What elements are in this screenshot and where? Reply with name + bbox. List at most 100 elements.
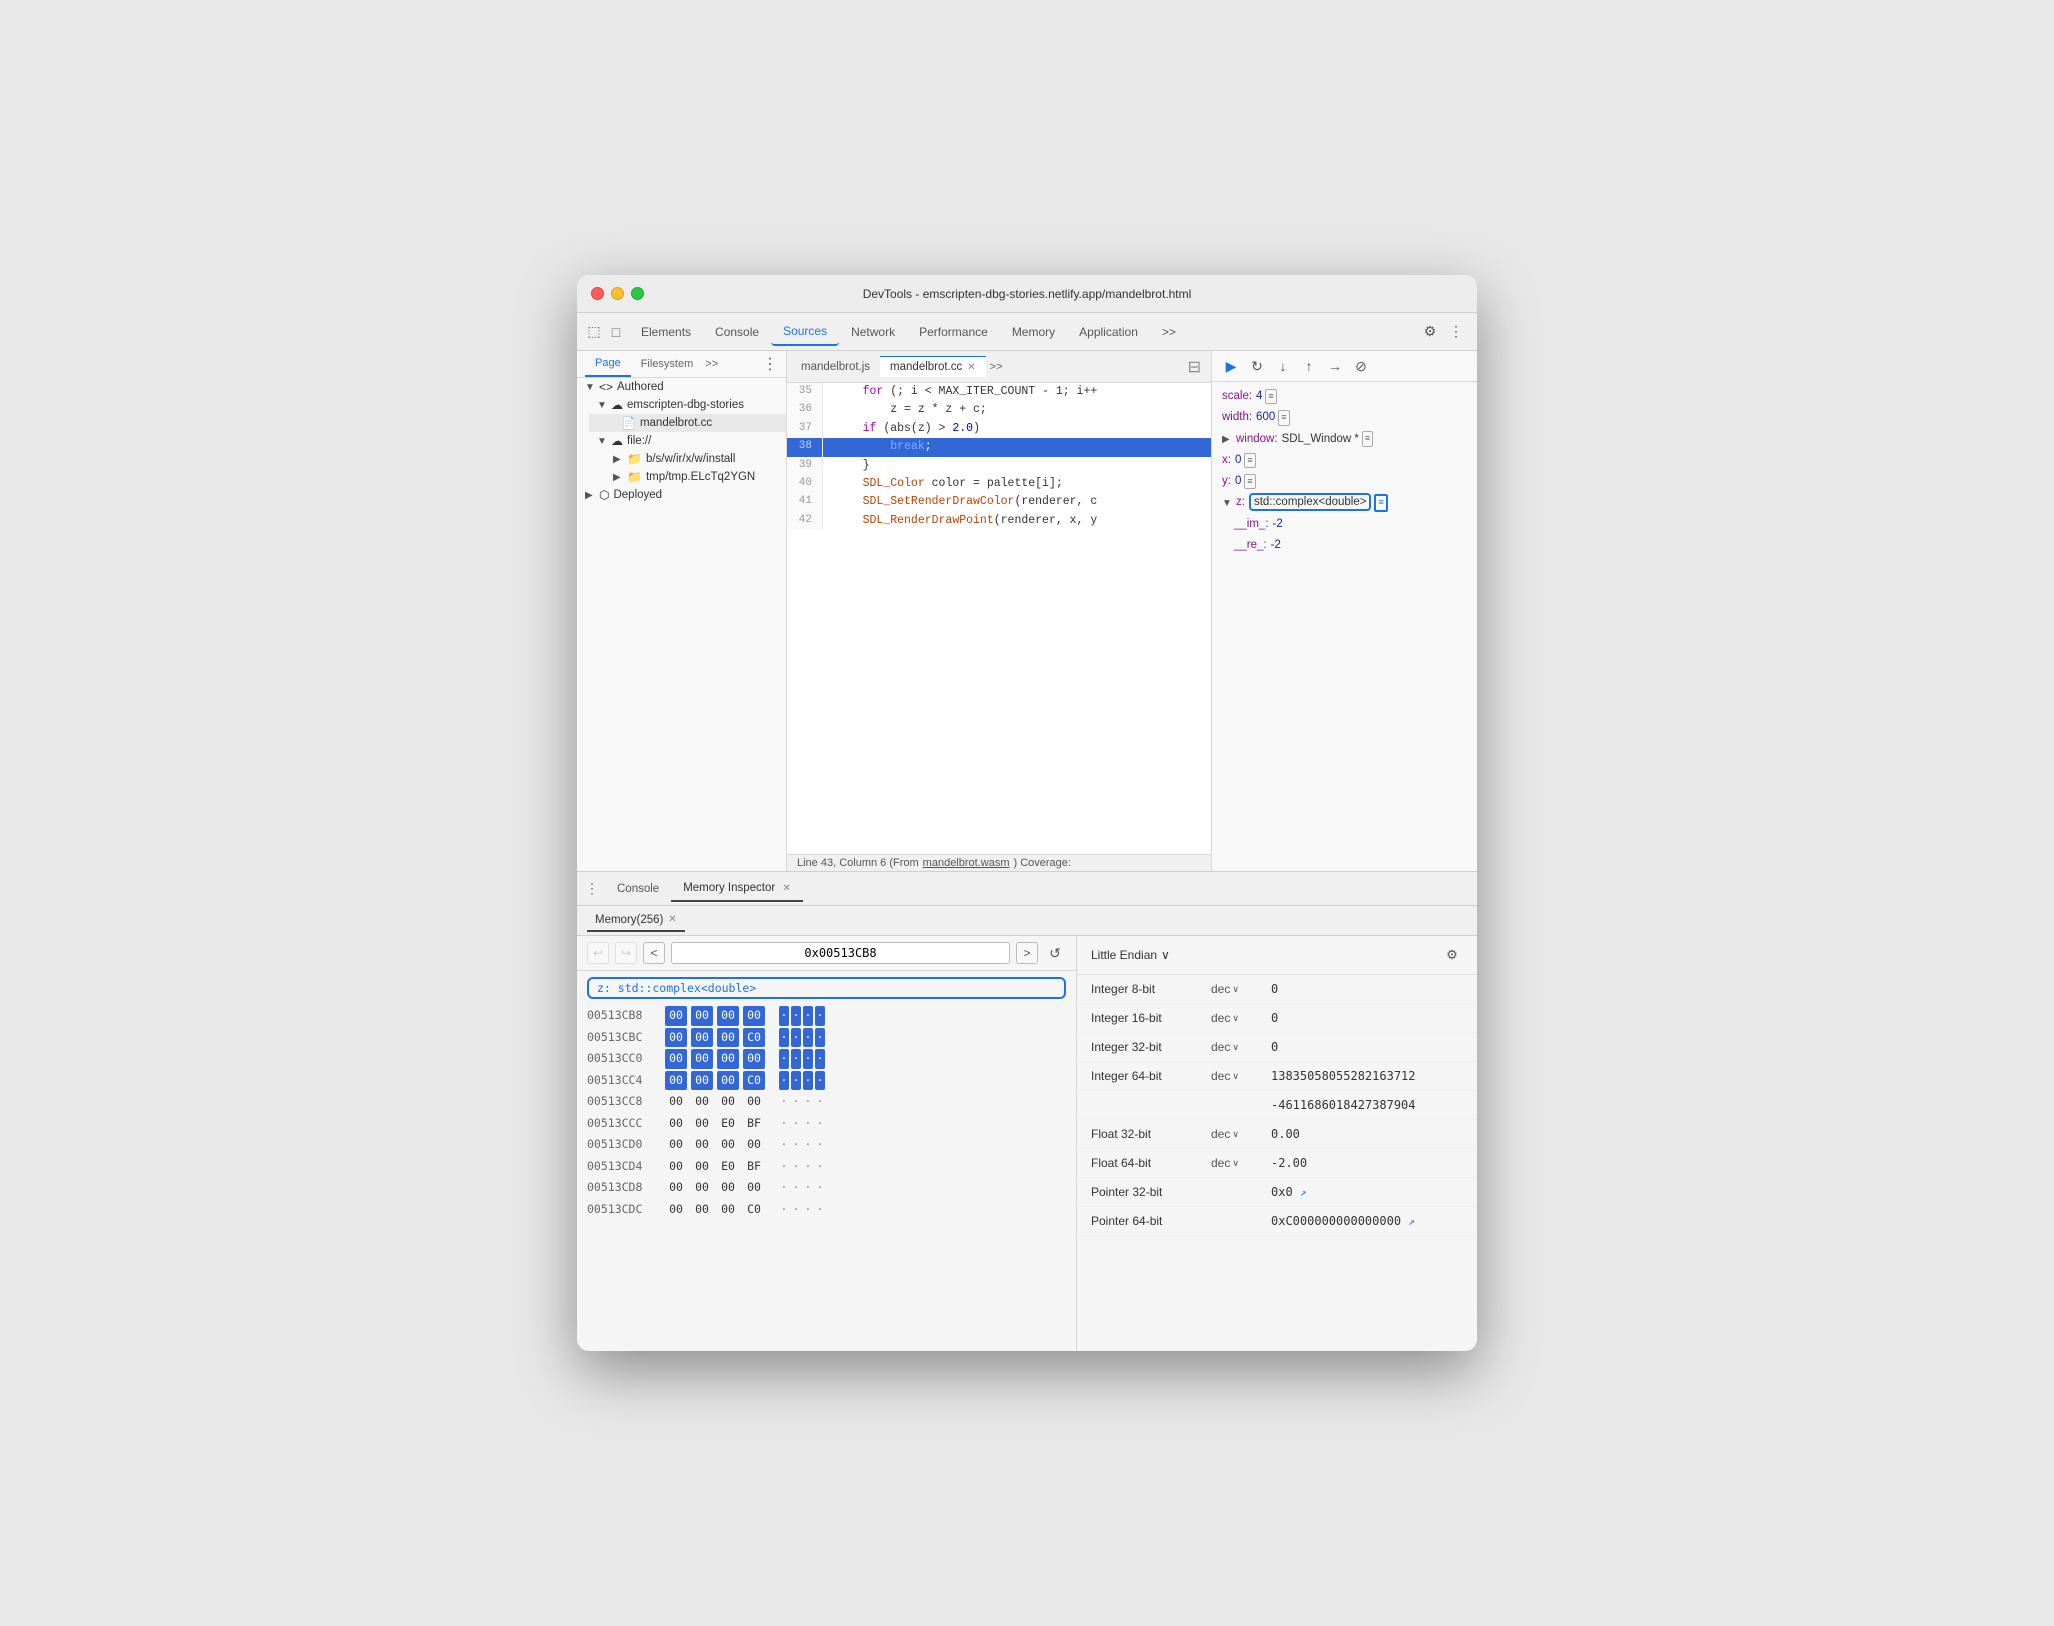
- hex-byte[interactable]: 00: [691, 1028, 713, 1048]
- hex-byte[interactable]: 00: [665, 1006, 687, 1026]
- nav-back-button[interactable]: ↩: [587, 942, 609, 964]
- hex-byte[interactable]: 00: [743, 1135, 765, 1155]
- bottom-dots-icon[interactable]: ⋮: [585, 880, 599, 897]
- minimize-button[interactable]: [611, 287, 624, 300]
- tree-tmp[interactable]: ▶ 📁 tmp/tmp.ELcTq2YGN: [577, 468, 786, 486]
- address-input[interactable]: [671, 942, 1010, 964]
- memory-subtab-close[interactable]: ✕: [668, 914, 676, 925]
- hex-byte[interactable]: 00: [717, 1028, 739, 1048]
- hex-byte[interactable]: 00: [665, 1178, 687, 1198]
- hex-byte[interactable]: 00: [717, 1092, 739, 1112]
- hex-byte[interactable]: 00: [691, 1092, 713, 1112]
- scope-z-format-icon[interactable]: ≡: [1374, 494, 1387, 512]
- tab-page[interactable]: Page: [585, 351, 631, 377]
- hex-byte[interactable]: BF: [743, 1157, 765, 1177]
- hex-byte[interactable]: 00: [743, 1092, 765, 1112]
- hex-byte[interactable]: 00: [717, 1178, 739, 1198]
- tree-mandelbrot-cc[interactable]: 📄 mandelbrot.cc: [589, 414, 786, 432]
- tree-authored[interactable]: ▼ <> Authored: [577, 378, 786, 396]
- file-tab-mandelbrot-js[interactable]: mandelbrot.js: [791, 357, 880, 377]
- hex-byte[interactable]: 00: [743, 1006, 765, 1026]
- type-format-selector[interactable]: dec ∨: [1211, 1127, 1271, 1141]
- hex-byte[interactable]: 00: [691, 1157, 713, 1177]
- nav-next-button[interactable]: >: [1016, 942, 1038, 964]
- type-format-selector[interactable]: dec ∨: [1211, 1040, 1271, 1054]
- endian-selector[interactable]: Little Endian ∨: [1091, 948, 1170, 962]
- tab-filesystem[interactable]: Filesystem: [631, 352, 704, 376]
- tab-application[interactable]: Application: [1067, 319, 1150, 345]
- hex-byte[interactable]: 00: [743, 1178, 765, 1198]
- maximize-button[interactable]: [631, 287, 644, 300]
- hex-byte[interactable]: 00: [717, 1200, 739, 1220]
- hex-byte[interactable]: 00: [691, 1114, 713, 1134]
- tab-memory-inspector[interactable]: Memory Inspector ✕: [671, 876, 803, 902]
- tree-deployed[interactable]: ▶ ⬡ Deployed: [577, 486, 786, 504]
- tab-memory[interactable]: Memory: [1000, 319, 1067, 345]
- tab-memory-inspector-close[interactable]: ✕: [782, 883, 790, 894]
- split-editor-icon[interactable]: ⊟: [1182, 357, 1207, 377]
- deactivate-button[interactable]: ⊘: [1350, 355, 1372, 377]
- hex-byte[interactable]: 00: [665, 1157, 687, 1177]
- tab-more[interactable]: >>: [1150, 319, 1188, 345]
- panel-more-icon[interactable]: ⋮: [762, 354, 778, 374]
- hex-byte[interactable]: 00: [665, 1200, 687, 1220]
- hex-byte[interactable]: 00: [665, 1135, 687, 1155]
- hex-byte[interactable]: 00: [717, 1071, 739, 1091]
- hex-byte[interactable]: 00: [691, 1200, 713, 1220]
- more-options-icon[interactable]: ⋮: [1443, 319, 1469, 345]
- tree-emscripten[interactable]: ▼ ☁ emscripten-dbg-stories: [589, 396, 786, 414]
- hex-byte[interactable]: 00: [691, 1178, 713, 1198]
- nav-forward-button[interactable]: ↪: [615, 942, 637, 964]
- hex-byte[interactable]: 00: [665, 1049, 687, 1069]
- panel-tab-more[interactable]: >>: [705, 358, 718, 370]
- code-editor[interactable]: 35 for (; i < MAX_ITER_COUNT - 1; i++ 36…: [787, 383, 1211, 854]
- tab-network[interactable]: Network: [839, 319, 907, 345]
- step-out-button[interactable]: ↑: [1298, 355, 1320, 377]
- type-format-selector[interactable]: dec ∨: [1211, 1156, 1271, 1170]
- hex-byte[interactable]: C0: [743, 1071, 765, 1091]
- hex-byte[interactable]: 00: [717, 1049, 739, 1069]
- hex-byte[interactable]: 00: [743, 1049, 765, 1069]
- step-into-button[interactable]: ↓: [1272, 355, 1294, 377]
- step-over-button[interactable]: ↻: [1246, 355, 1268, 377]
- hex-byte[interactable]: 00: [691, 1049, 713, 1069]
- hex-byte[interactable]: 00: [665, 1092, 687, 1112]
- inspector-settings-button[interactable]: ⚙: [1441, 944, 1463, 966]
- tree-bsw[interactable]: ▶ 📁 b/s/w/ir/x/w/install: [577, 450, 786, 468]
- nav-prev-button[interactable]: <: [643, 942, 665, 964]
- resume-button[interactable]: ▶: [1220, 355, 1242, 377]
- editor-more-tabs[interactable]: >>: [990, 361, 1003, 373]
- hex-byte[interactable]: C0: [743, 1028, 765, 1048]
- hex-byte[interactable]: 00: [665, 1071, 687, 1091]
- type-format-selector[interactable]: dec ∨: [1211, 982, 1271, 996]
- hex-byte[interactable]: 00: [691, 1135, 713, 1155]
- tree-file[interactable]: ▼ ☁ file://: [589, 432, 786, 450]
- type-format-selector[interactable]: dec ∨: [1211, 1011, 1271, 1025]
- type-format-selector[interactable]: dec ∨: [1211, 1069, 1271, 1083]
- tab-elements[interactable]: Elements: [629, 319, 703, 345]
- file-tab-close-icon[interactable]: ✕: [967, 362, 975, 373]
- hex-byte[interactable]: 00: [691, 1071, 713, 1091]
- status-wasm-link[interactable]: mandelbrot.wasm: [923, 857, 1010, 869]
- hex-byte[interactable]: 00: [717, 1135, 739, 1155]
- external-link-icon[interactable]: ↗: [1300, 1186, 1307, 1199]
- hex-byte[interactable]: E0: [717, 1157, 739, 1177]
- hex-byte[interactable]: E0: [717, 1114, 739, 1134]
- refresh-button[interactable]: ↺: [1044, 942, 1066, 964]
- step-micro-button[interactable]: →: [1324, 355, 1346, 377]
- memory-subtab-256[interactable]: Memory(256) ✕: [587, 910, 685, 932]
- hex-byte[interactable]: 00: [691, 1006, 713, 1026]
- scope-window[interactable]: ▶ window: SDL_Window * ≡: [1212, 429, 1477, 450]
- hex-byte[interactable]: 00: [665, 1028, 687, 1048]
- close-button[interactable]: [591, 287, 604, 300]
- tab-console-bottom[interactable]: Console: [605, 877, 671, 901]
- file-tab-mandelbrot-cc[interactable]: mandelbrot.cc ✕: [880, 356, 986, 377]
- scope-z[interactable]: ▼ z: std::complex<double> ≡: [1212, 492, 1477, 514]
- hex-byte[interactable]: 00: [717, 1006, 739, 1026]
- tab-performance[interactable]: Performance: [907, 319, 1000, 345]
- hex-byte[interactable]: BF: [743, 1114, 765, 1134]
- tab-sources[interactable]: Sources: [771, 318, 839, 346]
- tab-console[interactable]: Console: [703, 319, 771, 345]
- hex-byte[interactable]: C0: [743, 1200, 765, 1220]
- hex-byte[interactable]: 00: [665, 1114, 687, 1134]
